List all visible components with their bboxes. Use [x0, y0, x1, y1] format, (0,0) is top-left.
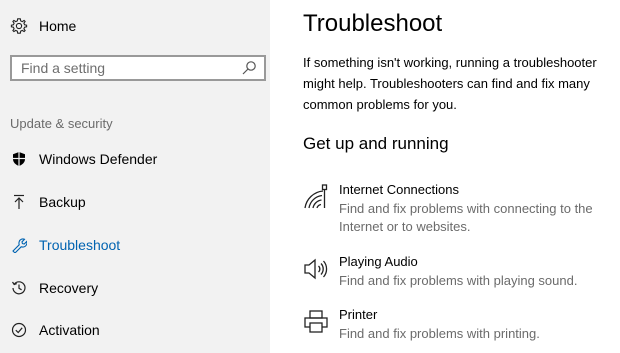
sidebar: Home Update & security Windows Defender … — [0, 0, 270, 353]
troubleshooter-description: Find and fix problems with connecting to… — [339, 201, 593, 234]
troubleshooter-name: Printer — [339, 307, 378, 322]
search-input[interactable] — [12, 57, 241, 79]
troubleshooter-name: Internet Connections — [339, 182, 459, 197]
troubleshooter-description: Find and fix problems with playing sound… — [339, 273, 578, 288]
wifi-network-icon — [303, 184, 329, 210]
troubleshooter-printer[interactable]: Printer Find and fix problems with print… — [303, 307, 613, 347]
gear-icon — [10, 17, 28, 35]
sidebar-item-recovery[interactable]: Recovery — [10, 276, 98, 300]
troubleshooter-name: Playing Audio — [339, 254, 418, 269]
history-icon — [10, 279, 28, 297]
speaker-icon — [303, 256, 329, 282]
sidebar-item-activation[interactable]: Activation — [10, 318, 100, 342]
home-link[interactable]: Home — [10, 14, 76, 38]
search-box — [10, 55, 266, 81]
check-circle-icon — [10, 321, 28, 339]
home-label: Home — [39, 18, 77, 34]
sidebar-item-backup[interactable]: Backup — [10, 190, 86, 214]
section-title: Get up and running — [303, 134, 449, 153]
section-label: Update & security — [10, 116, 113, 131]
printer-icon — [303, 309, 329, 335]
troubleshooter-playing-audio[interactable]: Playing Audio Find and fix problems with… — [303, 254, 613, 294]
sidebar-item-windows-defender[interactable]: Windows Defender — [10, 147, 157, 171]
troubleshooter-description: Find and fix problems with printing. — [339, 326, 540, 341]
sidebar-item-label: Troubleshoot — [39, 237, 121, 253]
sidebar-item-label: Activation — [39, 322, 100, 338]
sidebar-item-label: Windows Defender — [39, 151, 158, 167]
wrench-icon — [10, 236, 28, 254]
sidebar-item-label: Recovery — [39, 280, 99, 296]
sidebar-item-label: Backup — [39, 194, 86, 210]
upload-arrow-icon — [10, 193, 28, 211]
shield-icon — [10, 150, 28, 168]
troubleshooter-internet-connections[interactable]: Internet Connections Find and fix proble… — [303, 182, 613, 236]
search-icon[interactable] — [241, 60, 257, 76]
page-title: Troubleshoot — [303, 10, 443, 37]
sidebar-item-troubleshoot[interactable]: Troubleshoot — [10, 233, 120, 257]
intro-text: If something isn't working, running a tr… — [303, 55, 597, 112]
